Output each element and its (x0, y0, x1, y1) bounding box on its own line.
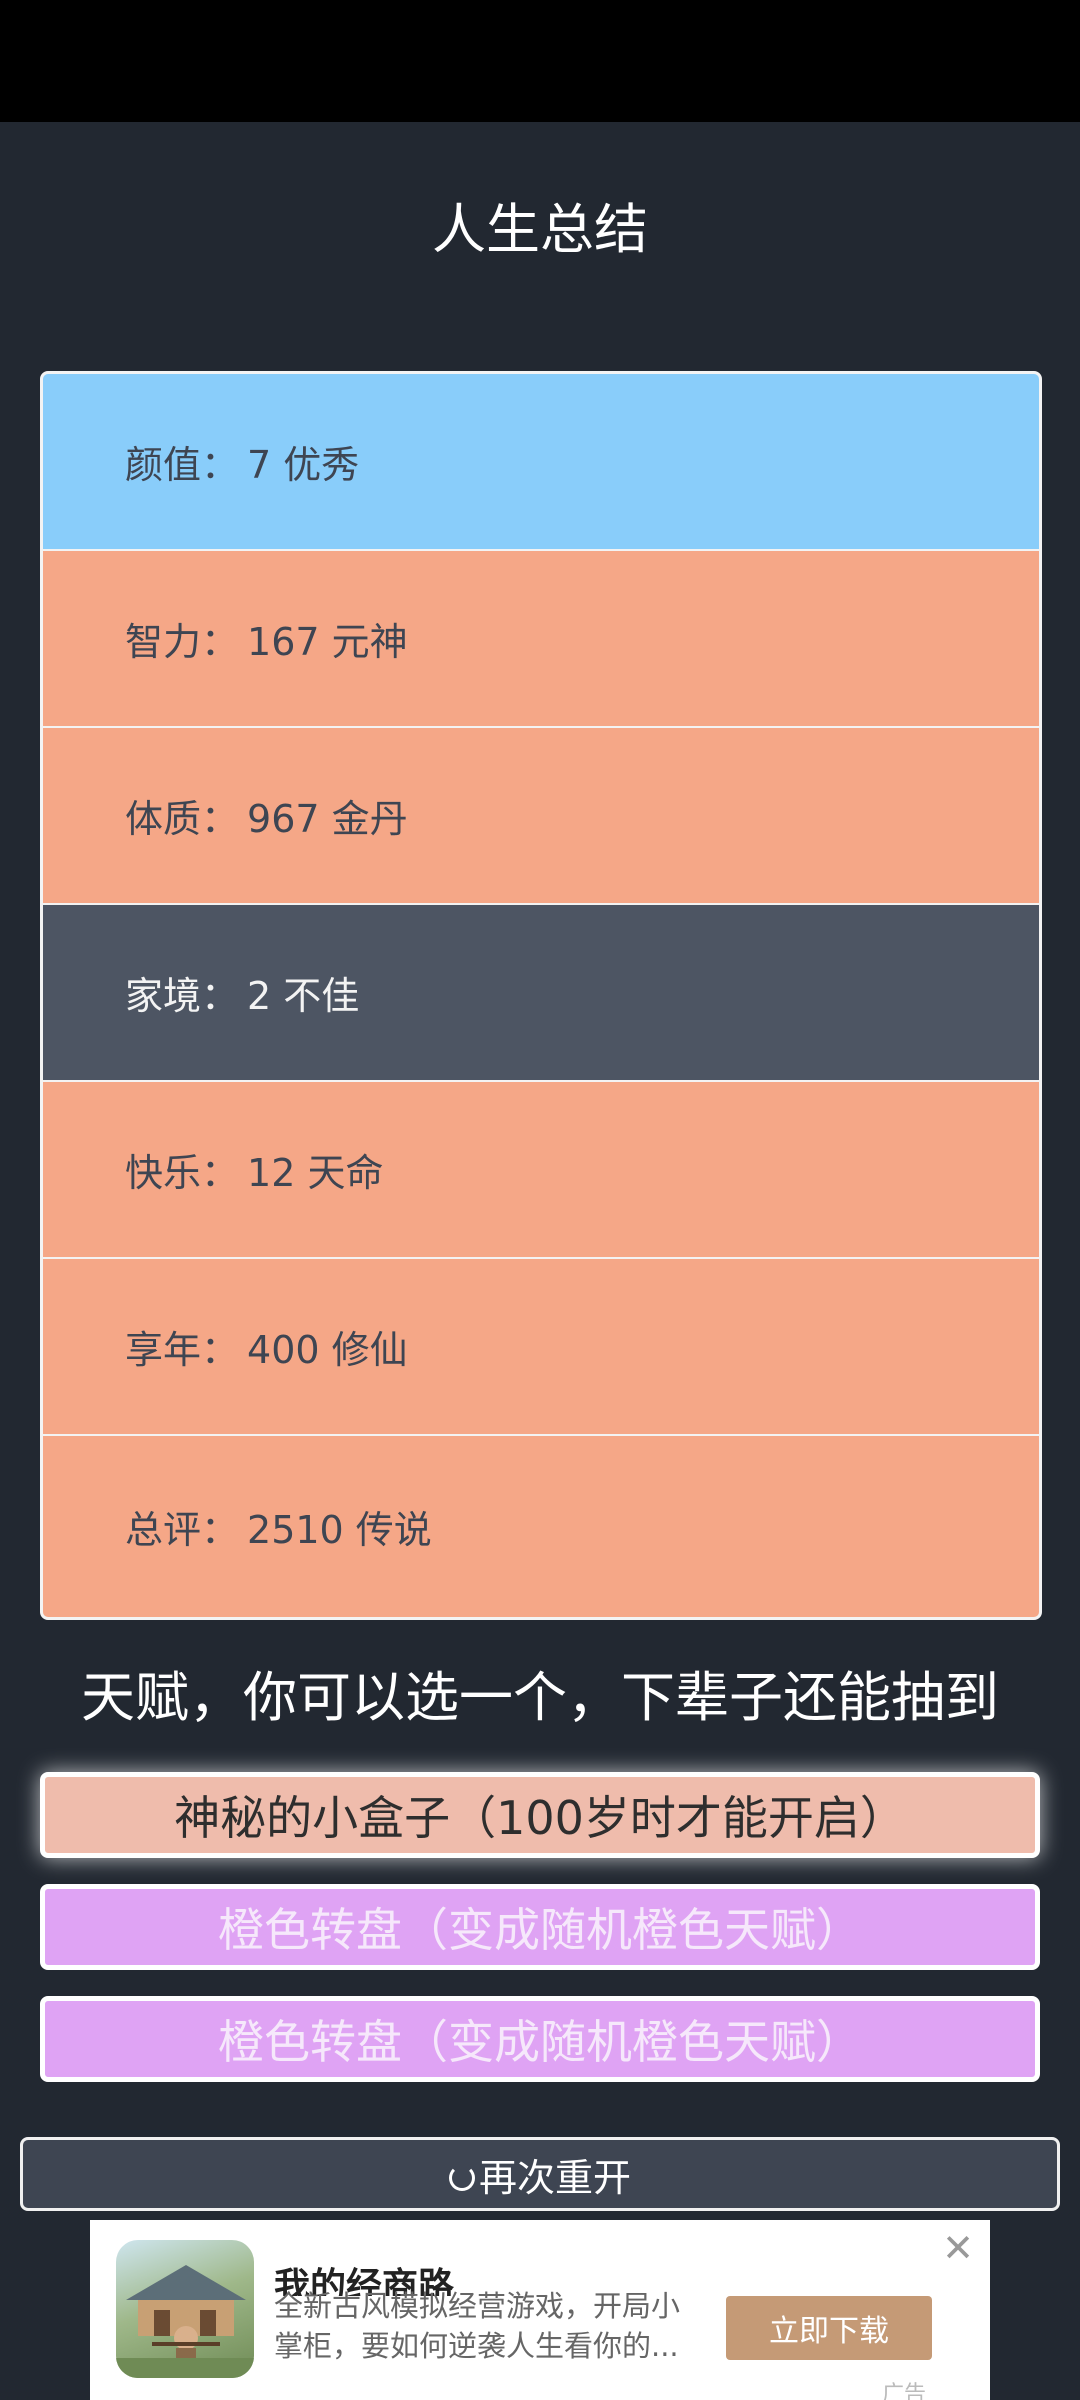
stat-row-intelligence: 智力： 167 元神 (43, 551, 1039, 726)
ad-description: 全新古风模拟经营游戏，开局小掌柜，要如何逆袭人生看你的... (274, 2289, 681, 2363)
stat-value: 167 元神 (247, 620, 408, 664)
stat-value: 2 不佳 (247, 974, 360, 1018)
stat-label: 快乐： (125, 1151, 240, 1195)
talent-option-orange-wheel[interactable]: 橙色转盘（变成随机橙色天赋） (40, 1884, 1040, 1970)
stat-label: 享年： (125, 1328, 240, 1372)
stat-row-overall: 总评： 2510 传说 (43, 1436, 1039, 1617)
stat-row-constitution: 体质： 967 金丹 (43, 728, 1039, 903)
stat-value: 400 修仙 (247, 1328, 408, 1372)
talent-label: 橙色转盘（变成随机橙色天赋） (218, 2015, 862, 2069)
stat-label: 体质： (125, 797, 240, 841)
ad-game-thumbnail (116, 2240, 254, 2378)
stat-row-lifespan: 享年： 400 修仙 (43, 1259, 1039, 1434)
stat-value: 2510 传说 (247, 1508, 432, 1552)
ad-label: 广告 (882, 2376, 926, 2400)
stat-label: 总评： (125, 1508, 240, 1552)
talent-label: 橙色转盘（变成随机橙色天赋） (218, 1903, 862, 1957)
stat-value: 7 优秀 (247, 443, 360, 487)
ad-label-text: 广告 (882, 2382, 927, 2400)
ad-banner[interactable]: 我的经商路 全新古风模拟经营游戏，开局小掌柜，要如何逆袭人生看你的... ✕ 立… (90, 2220, 990, 2400)
stat-label: 智力： (125, 620, 240, 664)
talent-heading: 天赋，你可以选一个，下辈子还能抽到 (81, 1666, 999, 1729)
talent-option-orange-wheel[interactable]: 橙色转盘（变成随机橙色天赋） (40, 1996, 1040, 2082)
status-bar (0, 0, 1080, 122)
ad-cta-label: 立即下载 (769, 2314, 889, 2349)
talent-option-mystery-box[interactable]: 神秘的小盒子（100岁时才能开启） (40, 1772, 1040, 1858)
ad-thumbnail-illustration (116, 2265, 254, 2378)
stat-value: 12 天命 (247, 1151, 384, 1195)
stats-summary-card: 颜值： 7 优秀 智力： 167 元神 体质： 967 金丹 家境： 2 不佳 快乐： 1… (40, 371, 1042, 1620)
talent-label: 神秘的小盒子（100岁时才能开启） (174, 1791, 906, 1845)
close-icon[interactable]: ✕ (940, 2229, 976, 2267)
stat-row-appearance: 颜值： 7 优秀 (43, 374, 1039, 549)
stat-label: 颜值： (125, 443, 240, 487)
ad-download-button[interactable]: 立即下载 (726, 2296, 932, 2360)
stat-row-family: 家境： 2 不佳 (43, 905, 1039, 1080)
stat-row-happiness: 快乐： 12 天命 (43, 1082, 1039, 1257)
page-title: 人生总结 (432, 198, 648, 261)
stat-label: 家境： (125, 974, 240, 1018)
restart-button[interactable]: 再次重开 (20, 2137, 1060, 2211)
stat-value: 967 金丹 (247, 797, 408, 841)
refresh-icon (448, 2165, 475, 2191)
restart-label: 再次重开 (478, 2155, 631, 2200)
app-screen: 人生总结 颜值： 7 优秀 智力： 167 元神 体质： 967 金丹 家境： 2 不佳… (0, 0, 1080, 2400)
